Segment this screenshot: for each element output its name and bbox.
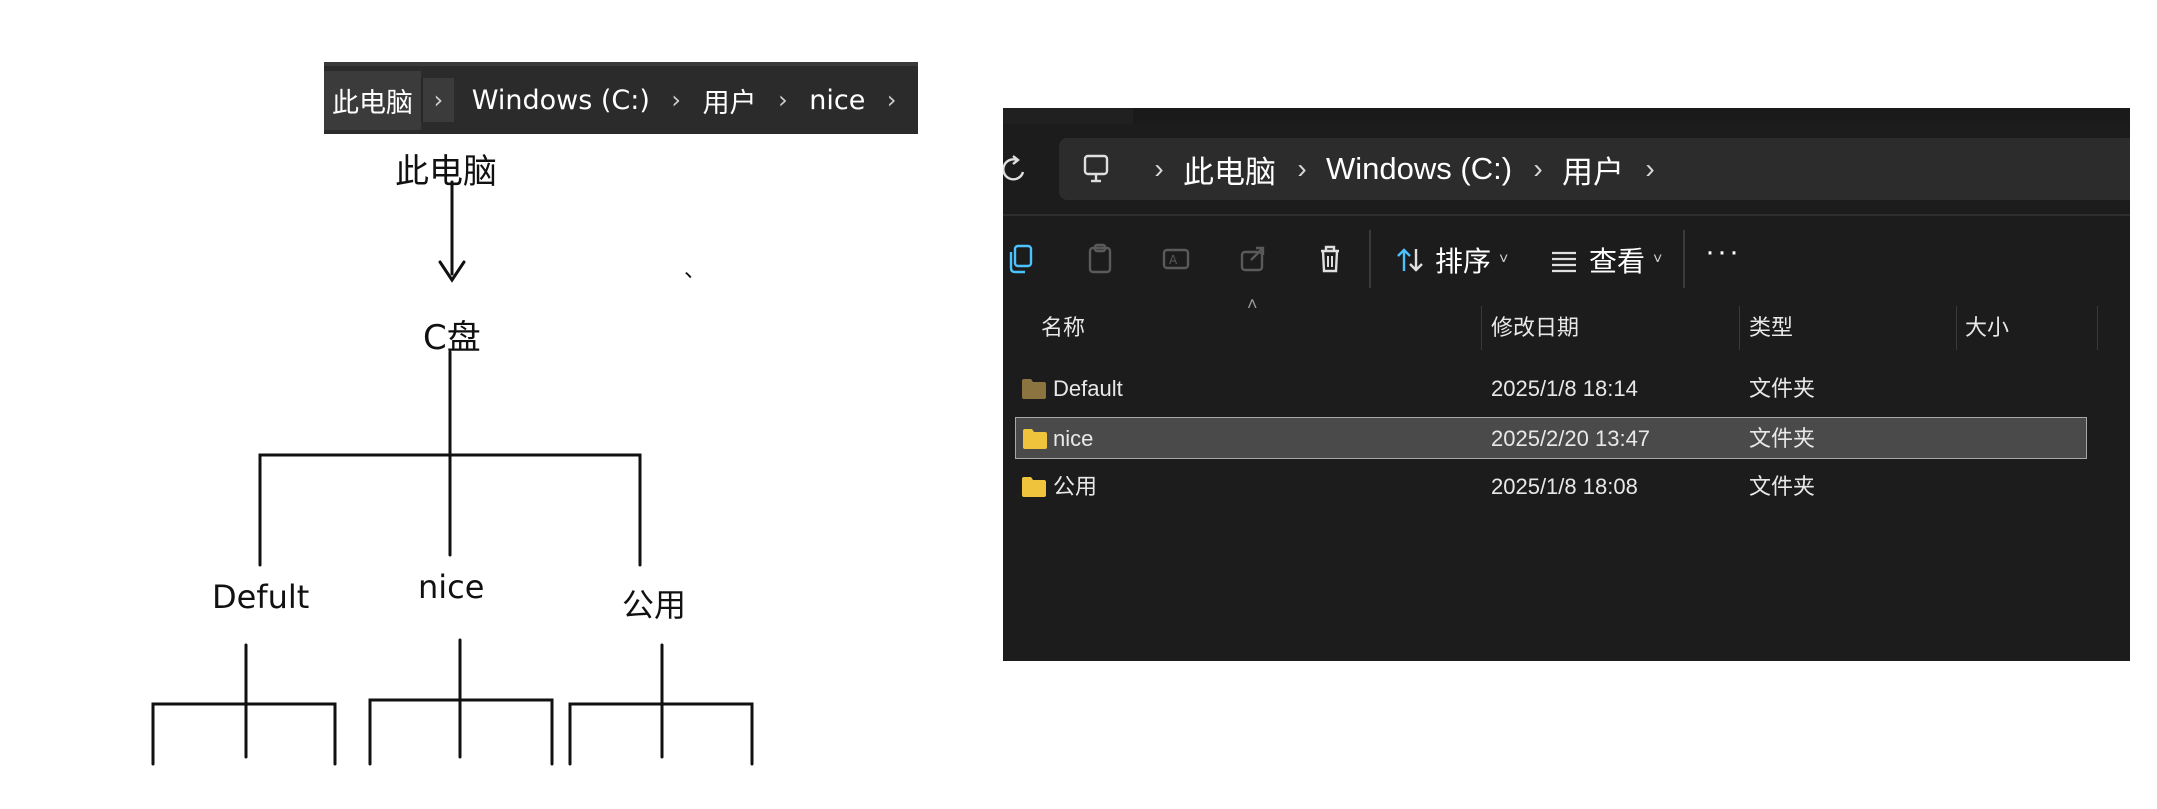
crumb-this-pc[interactable]: 此电脑 — [1183, 147, 1276, 192]
file-name: nice — [1053, 426, 1094, 451]
column-header-name[interactable]: 名称 — [1041, 306, 1085, 350]
file-type: 文件夹 — [1749, 376, 1816, 401]
crumb-users[interactable]: 用户 — [1562, 147, 1624, 192]
tree-root-label: 此电脑 — [395, 152, 497, 192]
chevron-right-icon[interactable]: › — [1626, 153, 1674, 185]
more-options-button[interactable]: ··· — [1703, 237, 1743, 276]
tree-drive-label: C盘 — [423, 318, 481, 358]
address-bar-row: › 此电脑 › Windows (C:) › 用户 › — [1003, 124, 2130, 214]
file-explorer-window: › 此电脑 › Windows (C:) › 用户 › A 排序 ˅ 查看 ˅ … — [1003, 108, 2130, 661]
folder-icon — [1022, 379, 1046, 399]
toolbar-separator — [1683, 230, 1685, 288]
view-button[interactable]: 查看 ˅ — [1549, 238, 1662, 282]
column-separator[interactable] — [1956, 306, 1957, 350]
file-modified: 2025/2/20 13:47 — [1491, 426, 1651, 451]
file-row[interactable]: 公用 2025/1/8 18:08 文件夹 — [1015, 466, 2087, 508]
crumb-windows-c[interactable]: Windows (C:) — [1326, 151, 1512, 187]
command-bar: A 排序 ˅ 查看 ˅ ··· — [1003, 216, 2130, 304]
column-header-row: ˄ 名称 修改日期 类型 大小 — [1003, 294, 2130, 350]
address-bar[interactable]: › 此电脑 › Windows (C:) › 用户 › — [1059, 138, 2130, 200]
column-header-size[interactable]: 大小 — [1965, 306, 2009, 350]
file-modified: 2025/1/8 18:14 — [1491, 376, 1638, 401]
sort-indicator-icon: ˄ — [1247, 294, 1258, 314]
svg-text:A: A — [1169, 253, 1178, 267]
chevron-down-icon: ˅ — [1499, 251, 1509, 268]
file-name: 公用 — [1053, 474, 1098, 499]
computer-icon — [1083, 154, 1109, 183]
share-icon[interactable] — [1237, 242, 1271, 276]
file-row-selected[interactable]: nice 2025/2/20 13:47 文件夹 — [1015, 417, 2087, 459]
chevron-right-icon[interactable]: › — [1514, 153, 1562, 185]
file-row[interactable]: Default 2025/1/8 18:14 文件夹 — [1015, 368, 2087, 410]
rename-icon[interactable]: A — [1159, 242, 1193, 276]
tree-child-nice: nice — [418, 568, 485, 606]
file-modified: 2025/1/8 18:08 — [1491, 474, 1638, 499]
chevron-down-icon: ˅ — [1653, 251, 1663, 268]
title-strip — [1003, 108, 2130, 124]
tree-child-public: 公用 — [622, 586, 687, 624]
file-type: 文件夹 — [1749, 426, 1816, 451]
folder-icon — [1022, 477, 1046, 497]
column-separator[interactable] — [1481, 306, 1482, 350]
delete-icon[interactable] — [1313, 242, 1347, 276]
paste-icon[interactable] — [1083, 242, 1117, 276]
sort-button[interactable]: 排序 ˅ — [1395, 238, 1508, 282]
tree-child-default: Defult — [212, 578, 310, 616]
view-label: 查看 — [1589, 246, 1646, 277]
refresh-icon[interactable] — [1003, 154, 1027, 184]
column-header-type[interactable]: 类型 — [1749, 306, 1793, 350]
stray-mark: 、 — [684, 258, 707, 283]
file-name: Default — [1053, 376, 1123, 401]
folder-icon — [1023, 429, 1047, 449]
sort-icon — [1397, 248, 1423, 272]
column-separator[interactable] — [1739, 306, 1740, 350]
column-separator[interactable] — [2097, 306, 2098, 350]
chevron-right-icon[interactable]: › — [1278, 153, 1326, 185]
chevron-right-icon[interactable]: › — [1135, 153, 1183, 185]
file-type: 文件夹 — [1749, 474, 1816, 499]
sort-label: 排序 — [1435, 246, 1492, 277]
column-header-modified[interactable]: 修改日期 — [1491, 306, 1579, 350]
view-icon — [1552, 251, 1576, 273]
toolbar-separator — [1369, 230, 1371, 288]
copy-icon[interactable] — [1005, 242, 1039, 276]
